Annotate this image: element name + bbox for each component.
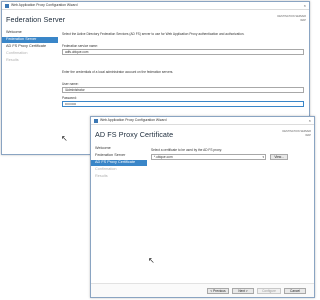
back-window-title: Web Application Proxy Configuration Wiza… (11, 3, 78, 7)
back-nav-welcome[interactable]: Welcome (2, 30, 58, 36)
next-button[interactable]: Next > (232, 288, 254, 294)
back-nav: Welcome Federation Server AD FS Proxy Ce… (2, 30, 58, 70)
front-nav-adfs-proxy-certificate[interactable]: AD FS Proxy Certificate (91, 160, 147, 166)
service-name-label: Federation service name: (62, 44, 98, 48)
mouse-cursor-icon: ↖ (148, 256, 155, 265)
username-label: User name: (62, 82, 79, 86)
back-instructions: Select the Active Directory Federation S… (62, 32, 245, 36)
back-destination-server-label: DESTINATION SERVER (277, 15, 306, 18)
password-label: Password: (62, 96, 77, 100)
certificate-instructions: Select a certificate to be used by the A… (151, 148, 223, 152)
front-nav: Welcome Federation Server AD FS Proxy Ce… (91, 146, 147, 186)
back-page-title: Federation Server (6, 15, 66, 24)
front-close-button[interactable]: × (309, 118, 311, 123)
credentials-text: Enter the credentials of a local adminis… (62, 70, 174, 74)
front-nav-federation-server[interactable]: Federation Server (91, 153, 147, 159)
app-icon (94, 119, 98, 123)
front-header: AD FS Proxy Certificate DESTINATION SERV… (91, 126, 314, 144)
back-destination-server-name: WAP (300, 19, 306, 22)
front-wizard-window: Web Application Proxy Configuration Wiza… (90, 116, 315, 298)
front-nav-results: Results (95, 174, 108, 178)
configure-button: Configure (257, 288, 281, 294)
front-nav-confirmation: Confirmation (95, 167, 117, 171)
back-nav-results: Results (6, 58, 19, 62)
view-button[interactable]: View... (270, 154, 288, 160)
front-nav-welcome[interactable]: Welcome (91, 146, 147, 152)
back-nav-adfs-proxy-certificate[interactable]: AD FS Proxy Certificate (2, 44, 58, 50)
chevron-down-icon: ▾ (262, 155, 264, 159)
service-name-input[interactable]: adfs.ubique.com (62, 49, 304, 55)
back-title-bar: Web Application Proxy Configuration Wiza… (2, 2, 309, 10)
front-window-title: Web Application Proxy Configuration Wiza… (100, 118, 167, 122)
front-destination-server-label: DESTINATION SERVER (282, 130, 311, 133)
mouse-cursor-icon: ↖ (61, 134, 68, 143)
username-input[interactable]: \Administrator (62, 87, 304, 93)
front-destination-server-name: WAP (305, 134, 311, 137)
password-input[interactable]: •••••••••• (62, 101, 304, 107)
app-icon (5, 4, 9, 8)
back-nav-federation-server[interactable]: Federation Server (2, 37, 58, 43)
back-header: Federation Server DESTINATION SERVER WAP (2, 11, 309, 29)
back-nav-confirmation: Confirmation (6, 51, 28, 55)
certificate-select[interactable]: *.ubique.com ▾ (151, 154, 266, 160)
wizard-footer: < Previous Next > Configure Cancel (91, 283, 314, 297)
back-close-button[interactable]: × (304, 3, 306, 8)
certificate-select-value: *.ubique.com (154, 155, 173, 159)
front-page-title: AD FS Proxy Certificate (95, 130, 174, 139)
previous-button[interactable]: < Previous (207, 288, 229, 294)
cancel-button[interactable]: Cancel (284, 288, 306, 294)
front-title-bar: Web Application Proxy Configuration Wiza… (91, 117, 314, 125)
